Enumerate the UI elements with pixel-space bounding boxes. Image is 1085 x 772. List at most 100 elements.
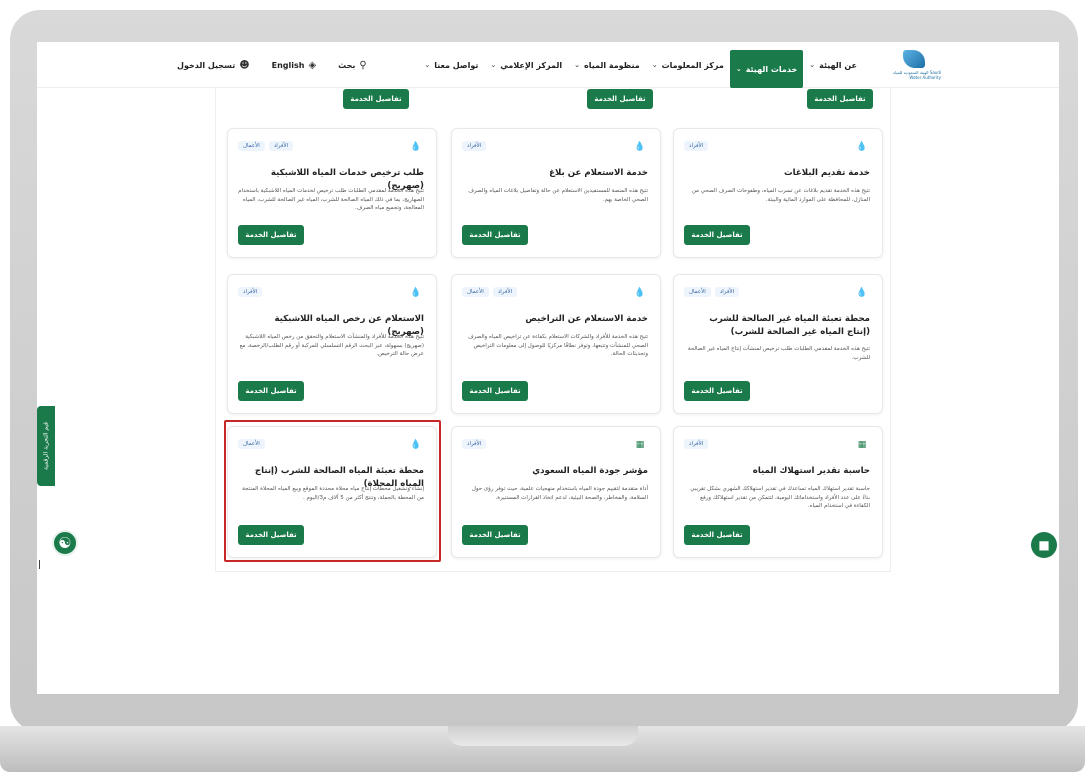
water-drop-icon: 💧 — [410, 141, 422, 152]
user-icon: ☻ — [239, 59, 250, 71]
tags: الأعمال الأفراد — [684, 287, 740, 297]
logo-mark-icon — [903, 50, 925, 68]
service-card: 💧 الأفراد الاستعلام عن رخص المياه اللاشب… — [227, 274, 437, 414]
chevron-down-icon: ⌄ — [574, 61, 580, 69]
service-card: 💧 الأعمال الأفراد خدمة الاستعلام عن التر… — [451, 274, 661, 414]
tag[interactable]: الأفراد — [462, 141, 487, 151]
tag[interactable]: الأفراد — [492, 287, 518, 297]
login-link[interactable]: تسجيل الدخول ☻ — [177, 60, 250, 71]
service-details-button[interactable]: تفاصيل الخدمة — [238, 225, 304, 245]
card-description: تتيح هذه الخدمة لمقدمي الطلبات طلب ترخيص… — [687, 346, 870, 361]
water-drop-icon: 💧 — [410, 287, 422, 298]
water-drop-icon: 💧 — [856, 141, 868, 152]
tag[interactable]: الأعمال — [684, 287, 711, 297]
service-card: ▦ الأفراد مؤشر جودة المياه السعودي أداة … — [451, 426, 661, 558]
nav-item-contact[interactable]: تواصل معنا ⌄ — [418, 42, 484, 88]
laptop-notch — [448, 726, 638, 746]
card-description: أداة متقدمة لتقييم جودة المياه باستخدام … — [471, 486, 648, 501]
card-description: حاسبة تقدير استهلاك المياه تساعدك في تقد… — [690, 486, 870, 509]
tag[interactable]: الأفراد — [684, 439, 709, 449]
service-details-button[interactable]: تفاصيل الخدمة — [684, 381, 750, 401]
card-description: تتيح هذه المنصة للمستفيدين الاستعلام عن … — [468, 188, 648, 203]
tags: الأفراد — [684, 141, 709, 151]
service-details-button[interactable]: تفاصيل الخدمة — [462, 381, 528, 401]
highlight-box — [224, 420, 441, 562]
calculator-icon: ▦ — [635, 439, 645, 450]
tags: الأعمال الأفراد — [238, 141, 294, 151]
service-details-button[interactable]: تفاصيل الخدمة — [343, 89, 409, 109]
service-details-button[interactable]: تفاصيل الخدمة — [684, 225, 750, 245]
water-drop-icon: 💧 — [634, 287, 646, 298]
search-button[interactable]: بحث ⚲ — [338, 60, 367, 71]
nav-item-info-center[interactable]: مركز المعلومات ⌄ — [646, 42, 730, 88]
card-description: تتيح هذه الخدمة تقديم بلاغات عن تسرب الم… — [691, 188, 870, 203]
tags: الأعمال الأفراد — [462, 287, 518, 297]
service-card: ▦ الأفراد حاسبة تقدير استهلاك المياه حاس… — [673, 426, 883, 558]
tag[interactable]: الأفراد — [268, 141, 294, 151]
tag[interactable]: الأفراد — [684, 141, 709, 151]
tags: الأفراد — [238, 287, 263, 297]
nav-item-water-system[interactable]: منظومة المياه ⌄ — [568, 42, 646, 88]
site-header: الهيئة السعودية للمياه Saudi Water Autho… — [37, 42, 1059, 88]
accessibility-icon[interactable]: ☯ — [52, 530, 78, 556]
nav-item-label: خدمات الهيئة — [745, 64, 798, 74]
nav-item-about[interactable]: عن الهيئة ⌄ — [803, 42, 863, 88]
chevron-down-icon: ⌄ — [735, 65, 742, 73]
nav-item-label: منظومة المياه — [583, 60, 640, 70]
calculator-icon: ▦ — [857, 439, 867, 450]
service-card: 💧 الأفراد خدمة تقديم البلاغات تتيح هذه ا… — [673, 128, 883, 258]
feedback-side-tab[interactable]: قيم التجربة الرقمية — [37, 406, 55, 486]
translate-icon: ◈ — [308, 59, 317, 71]
tag[interactable]: الأفراد — [238, 287, 263, 297]
site-logo[interactable]: الهيئة السعودية للمياه Saudi Water Autho… — [883, 50, 941, 82]
search-label: بحث — [338, 60, 356, 70]
search-icon: ⚲ — [359, 59, 367, 71]
chevron-down-icon: ⌄ — [651, 61, 658, 69]
browser-screen: الهيئة السعودية للمياه Saudi Water Autho… — [37, 42, 1059, 694]
tags: الأفراد — [462, 439, 487, 449]
card-description: تتيح هذه الخدمة للأفراد والمنشآت الاستعل… — [239, 334, 424, 357]
service-details-button[interactable]: تفاصيل الخدمة — [807, 89, 873, 109]
card-title: حاسبة تقدير استهلاك المياه — [752, 466, 870, 476]
nav-item-media-center[interactable]: المركز الإعلامي ⌄ — [484, 42, 568, 88]
main-nav: عن الهيئة ⌄ خدمات الهيئة ⌄ مركز المعلومات ⌄… — [418, 42, 863, 88]
card-title: خدمة تقديم البلاغات — [784, 168, 870, 178]
service-details-button[interactable]: تفاصيل الخدمة — [587, 89, 653, 109]
text-cursor — [39, 560, 40, 569]
logo-text: الهيئة السعودية للمياه Saudi Water Autho… — [892, 70, 941, 80]
language-switch[interactable]: English ◈ — [272, 60, 317, 71]
tag[interactable]: الأفراد — [714, 287, 740, 297]
tag[interactable]: الأعمال — [462, 287, 489, 297]
service-details-button[interactable]: تفاصيل الخدمة — [462, 525, 528, 545]
service-details-button[interactable]: تفاصيل الخدمة — [238, 381, 304, 401]
service-card: 💧 الأعمال الأفراد محطة تعبئة المياه غير … — [673, 274, 883, 414]
nav-item-services[interactable]: خدمات الهيئة ⌄ — [729, 50, 804, 88]
nav-item-label: مركز المعلومات — [661, 60, 724, 70]
service-details-button[interactable]: تفاصيل الخدمة — [684, 525, 750, 545]
service-card: 💧 الأفراد خدمة الاستعلام عن بلاغ تتيح هذ… — [451, 128, 661, 258]
service-details-button[interactable]: تفاصيل الخدمة — [462, 225, 528, 245]
chevron-down-icon: ⌄ — [809, 61, 816, 69]
chat-icon[interactable]: ■ — [1031, 532, 1057, 558]
nav-item-label: تواصل معنا — [434, 60, 479, 70]
tags: الأفراد — [684, 439, 709, 449]
chevron-down-icon: ⌄ — [424, 61, 431, 69]
chevron-down-icon: ⌄ — [490, 61, 497, 69]
service-card: 💧 الأعمال الأفراد طلب ترخيص خدمات المياه… — [227, 128, 437, 258]
login-label: تسجيل الدخول — [177, 60, 236, 70]
water-drop-icon: 💧 — [856, 287, 868, 298]
water-drop-icon: 💧 — [634, 141, 646, 152]
nav-item-label: المركز الإعلامي — [500, 60, 563, 70]
card-description: تتيح هذه الخدمة لمقدمي الطلبات طلب ترخيص… — [238, 188, 424, 211]
tag[interactable]: الأفراد — [462, 439, 487, 449]
header-tools: تسجيل الدخول ☻ English ◈ بحث ⚲ — [177, 42, 367, 88]
tags: الأفراد — [462, 141, 487, 151]
card-description: تتيح هذه الخدمة للأفراد والشركات الاستعل… — [467, 334, 648, 357]
nav-item-label: عن الهيئة — [819, 60, 857, 70]
card-title: محطة تعبئة المياه غير الصالحة للشرب (إنت… — [709, 314, 870, 337]
card-title: خدمة الاستعلام عن بلاغ — [549, 168, 648, 178]
card-title: خدمة الاستعلام عن التراخيص — [525, 314, 648, 324]
card-title: مؤشر جودة المياه السعودي — [532, 466, 648, 476]
language-label: English — [271, 60, 305, 70]
tag[interactable]: الأعمال — [238, 141, 265, 151]
